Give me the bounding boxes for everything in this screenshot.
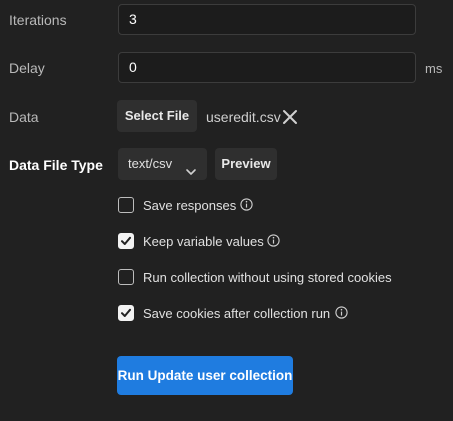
- data-file-type-value: text/csv: [128, 156, 173, 171]
- save-cookies-after-run-label: Save cookies after collection run: [143, 306, 331, 321]
- data-file-type-select[interactable]: text/csv: [118, 148, 207, 180]
- chevron-down-icon: [185, 158, 197, 175]
- run-collection-button[interactable]: Run Update user collection: [117, 356, 293, 395]
- preview-button[interactable]: Preview: [215, 148, 277, 180]
- data-filename: useredit.csv: [206, 109, 281, 125]
- delay-input[interactable]: 0: [118, 52, 416, 83]
- run-without-stored-cookies-label: Run collection without using stored cook…: [143, 270, 392, 285]
- option-run-without-stored-cookies: Run collection without using stored cook…: [118, 269, 448, 287]
- keep-variable-values-checkbox[interactable]: [118, 233, 134, 249]
- delay-label: Delay: [9, 60, 45, 76]
- select-file-button[interactable]: Select File: [117, 100, 197, 132]
- delay-unit: ms: [425, 61, 443, 76]
- option-keep-variable-values: Keep variable values: [118, 233, 358, 251]
- iterations-input[interactable]: 3: [118, 4, 416, 35]
- save-responses-checkbox[interactable]: [118, 197, 134, 213]
- data-label: Data: [9, 109, 39, 125]
- save-responses-label: Save responses: [143, 198, 237, 213]
- collection-runner-settings: Iterations 3 Delay 0 ms Data Select File…: [0, 0, 453, 421]
- run-without-stored-cookies-checkbox[interactable]: [118, 269, 134, 285]
- save-cookies-after-run-checkbox[interactable]: [118, 305, 134, 321]
- data-file-type-label: Data File Type: [9, 157, 103, 173]
- option-save-responses: Save responses: [118, 197, 358, 215]
- iterations-label: Iterations: [9, 12, 67, 28]
- option-save-cookies-after-run: Save cookies after collection run: [118, 305, 448, 323]
- info-icon[interactable]: [335, 306, 348, 319]
- info-icon[interactable]: [267, 234, 280, 247]
- close-icon[interactable]: [281, 108, 299, 126]
- keep-variable-values-label: Keep variable values: [143, 234, 264, 249]
- info-icon[interactable]: [240, 198, 253, 211]
